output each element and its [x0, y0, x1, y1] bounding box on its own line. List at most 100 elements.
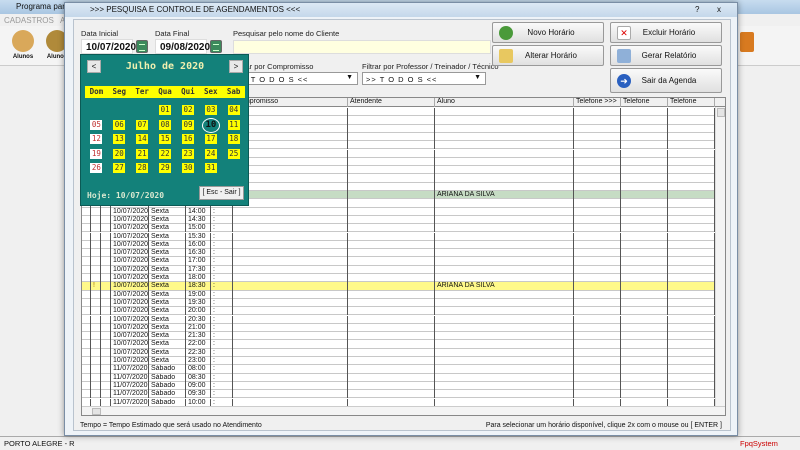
table-cell	[621, 340, 668, 349]
data-final-field[interactable]: 09/08/2020	[155, 39, 210, 54]
excluir-horario-button[interactable]: ✕ Excluir Horário	[610, 22, 722, 43]
calendar-day[interactable]: 31	[204, 163, 217, 174]
table-row[interactable]: 10/07/2020 Sexta 20:00:	[82, 307, 715, 316]
calendar-day[interactable]: 13	[113, 134, 126, 145]
table-row[interactable]: 11/07/2020 Sábado 08:00:	[82, 365, 715, 374]
calendar-day[interactable]: 26	[90, 163, 103, 174]
column-header[interactable]: Telefone	[668, 98, 715, 107]
table-cell	[621, 132, 668, 142]
table-row[interactable]: 10/07/2020 Sexta 22:00:	[82, 340, 715, 349]
calendar-day[interactable]: 15	[159, 134, 172, 145]
horizontal-scrollbar[interactable]	[82, 406, 725, 415]
column-header[interactable]: Telefone >>>	[574, 98, 621, 107]
table-row[interactable]: 10/07/2020 Sexta 14:00:	[82, 207, 715, 216]
table-cell	[435, 257, 574, 266]
table-row[interactable]: 10/07/2020 Sexta 21:30:	[82, 332, 715, 341]
table-row[interactable]: 10/07/2020 Sexta 20:30:	[82, 315, 715, 324]
calendar-day[interactable]: 03	[204, 105, 217, 115]
table-cell	[348, 373, 435, 382]
vertical-scrollbar[interactable]	[715, 107, 725, 407]
sair-agenda-button[interactable]: ➜ Sair da Agenda	[610, 68, 722, 93]
calendar-day[interactable]: 21	[136, 148, 149, 159]
column-header[interactable]: Compromisso	[233, 98, 348, 107]
gerar-relatorio-button[interactable]: Gerar Relatório	[610, 45, 722, 66]
table-row[interactable]: 10/07/2020 Sexta 17:00:	[82, 257, 715, 266]
professor-select[interactable]: >> T O D O S << ▼	[362, 72, 486, 85]
calendar-day[interactable]: 14	[136, 134, 149, 145]
table-cell: :	[211, 282, 233, 291]
table-cell	[435, 249, 574, 258]
calendar-day[interactable]: 08	[159, 119, 172, 130]
table-row[interactable]: 10/07/2020 Sexta 23:00:	[82, 357, 715, 366]
alterar-horario-button[interactable]: Alterar Horário	[492, 45, 604, 66]
table-row[interactable]: 11/07/2020 Sábado 09:00:	[82, 381, 715, 391]
calendar-day[interactable]: 05	[90, 119, 103, 130]
table-cell	[574, 381, 621, 391]
calendar-day[interactable]: 02	[182, 105, 194, 115]
column-header[interactable]: Atendente	[348, 98, 435, 107]
novo-horario-button[interactable]: Novo Horário	[492, 22, 604, 43]
scroll-thumb[interactable]	[92, 408, 101, 415]
help-button[interactable]: ?	[695, 5, 699, 14]
toolbar-alunos[interactable]: Alunos	[6, 30, 40, 60]
calendar-day[interactable]: 04	[227, 105, 240, 115]
table-row[interactable]: 10/07/2020 Sexta 16:00:	[82, 240, 715, 250]
calendar-day[interactable]: 22	[159, 148, 172, 159]
compromisso-select[interactable]: >> T O D O S << ▼	[233, 72, 358, 85]
calendar-icon[interactable]	[136, 40, 148, 53]
calendar-day[interactable]: 27	[113, 163, 126, 174]
table-row[interactable]: 10/07/2020 Sexta 15:30:	[82, 232, 715, 241]
close-button[interactable]: x	[717, 5, 721, 14]
table-cell: :	[211, 357, 233, 366]
calendar-day[interactable]: 30	[182, 163, 194, 174]
table-cell: 10/07/2020	[113, 332, 149, 341]
data-inicial-field[interactable]: 10/07/2020	[81, 39, 136, 54]
calendar-day[interactable]: 09	[182, 119, 194, 130]
table-row[interactable]: 11/07/2020 Sábado 08:30:	[82, 373, 715, 382]
calendar-day[interactable]: 23	[182, 148, 194, 159]
table-cell	[233, 323, 348, 333]
table-cell: Sábado	[149, 381, 186, 391]
exit-icon[interactable]	[740, 32, 754, 52]
table-row[interactable]: 10/07/2020 Sexta 16:30:	[82, 249, 715, 258]
calendar-day[interactable]: 28	[136, 163, 149, 174]
calendar-day[interactable]: 06	[113, 119, 126, 130]
calendar-day[interactable]: 12	[90, 134, 103, 145]
table-row[interactable]: 10/07/2020 Sexta 17:30:	[82, 265, 715, 274]
table-row[interactable]: ! 10/07/2020 Sexta 18:30: ARIANA DA SILVA	[82, 282, 715, 291]
calendar-day[interactable]: 20	[113, 148, 126, 159]
calendar-day[interactable]: 01	[159, 105, 172, 115]
table-row[interactable]: 10/07/2020 Sexta 15:00:	[82, 224, 715, 233]
calendar-day[interactable]: 11	[227, 119, 240, 130]
table-row[interactable]: 10/07/2020 Sexta 21:00:	[82, 323, 715, 333]
scroll-thumb[interactable]	[717, 108, 725, 117]
table-row[interactable]: 10/07/2020 Sexta 22:30:	[82, 348, 715, 357]
calendar-day[interactable]: 18	[227, 134, 240, 145]
table-cell	[668, 348, 715, 357]
column-header[interactable]: Aluno	[435, 98, 574, 107]
calendar-day[interactable]: 29	[159, 163, 172, 174]
table-row[interactable]: 10/07/2020 Sexta 14:30:	[82, 215, 715, 225]
menu-cadastros[interactable]: CADASTROS	[4, 16, 54, 25]
table-cell	[668, 257, 715, 266]
calendar-day[interactable]: 19	[90, 148, 103, 159]
client-search-input[interactable]	[233, 40, 491, 54]
calendar-day[interactable]: 24	[204, 148, 217, 159]
calendar-day[interactable]: 17	[204, 134, 217, 145]
table-row[interactable]: 10/07/2020 Sexta 19:30:	[82, 298, 715, 308]
table-row[interactable]: 10/07/2020 Sexta 19:00:	[82, 290, 715, 299]
calendar-icon[interactable]	[210, 40, 222, 53]
column-header[interactable]: Telefone	[621, 98, 668, 107]
table-cell: :	[211, 240, 233, 250]
next-month-button[interactable]: >	[229, 60, 243, 73]
table-cell	[348, 315, 435, 324]
calendar-day[interactable]: 25	[227, 148, 240, 159]
prev-month-button[interactable]: <	[87, 60, 101, 73]
calendar-close-button[interactable]: [ Esc - Sair ]	[199, 186, 244, 200]
table-row[interactable]: 10/07/2020 Sexta 18:00:	[82, 274, 715, 283]
calendar-day[interactable]: 07	[136, 119, 149, 130]
table-row[interactable]: 11/07/2020 Sábado 09:30:	[82, 390, 715, 399]
table-cell	[348, 381, 435, 391]
calendar-day[interactable]: 16	[182, 134, 194, 145]
calendar-day-selected[interactable]: 10	[201, 117, 220, 133]
